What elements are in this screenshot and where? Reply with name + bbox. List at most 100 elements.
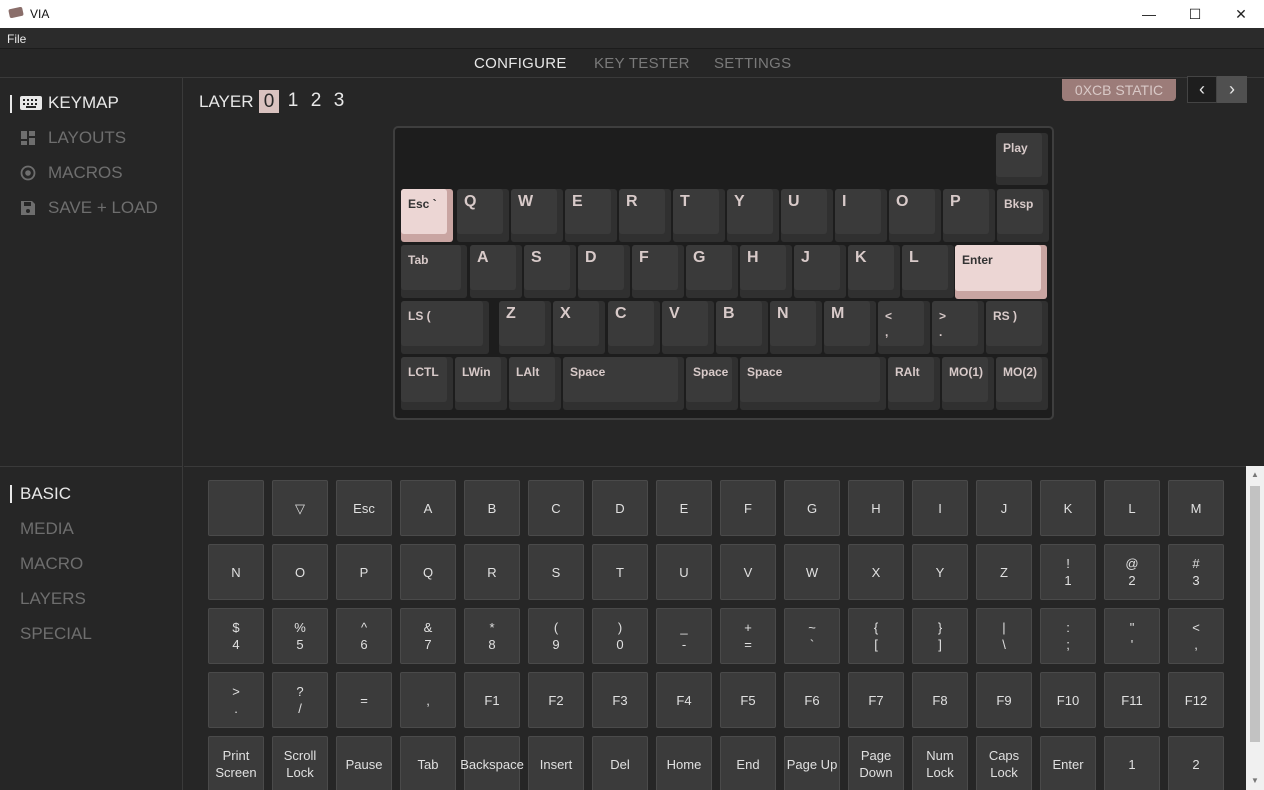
keycode-button[interactable]: * 8 [464,608,520,664]
keycode-button[interactable]: U [656,544,712,600]
keycode-button[interactable]: Page Up [784,736,840,790]
category-basic[interactable]: BASIC [20,484,71,504]
key[interactable]: S [524,245,576,298]
layer-0-button[interactable]: 0 [259,90,279,113]
key[interactable]: X [553,301,605,354]
keycode-button[interactable]: & 7 [400,608,456,664]
keycode-button[interactable]: F5 [720,672,776,728]
keycode-button[interactable]: Backspace [460,736,524,790]
scrollbar[interactable]: ▲ ▼ [1246,466,1264,790]
keycode-button[interactable]: 2 [1168,736,1224,790]
keycode-button[interactable]: F11 [1104,672,1160,728]
keycode-button[interactable]: Esc [336,480,392,536]
keycode-button[interactable]: G [784,480,840,536]
lighting-mode-badge[interactable]: 0XCB STATIC [1062,79,1176,101]
keycode-button[interactable]: Tab [400,736,456,790]
key[interactable]: O [889,189,941,242]
keycode-button[interactable]: Enter [1040,736,1096,790]
key[interactable]: U [781,189,833,242]
key[interactable]: Z [499,301,551,354]
category-macro[interactable]: MACRO [20,554,83,574]
tab-configure[interactable]: CONFIGURE [474,55,567,72]
keycode-button[interactable]: Z [976,544,1032,600]
key[interactable]: C [608,301,660,354]
keycode-button[interactable]: Page Down [848,736,904,790]
key[interactable]: B [716,301,768,354]
keycode-button[interactable]: % 5 [272,608,328,664]
maximize-button[interactable]: ☐ [1172,0,1218,28]
key[interactable]: Bksp [997,189,1049,242]
keycode-button[interactable]: F4 [656,672,712,728]
key[interactable]: I [835,189,887,242]
key[interactable]: K [848,245,900,298]
category-special[interactable]: SPECIAL [20,624,92,644]
key[interactable]: MO(1) [942,357,994,410]
sidebar-item-layouts[interactable]: LAYOUTS [20,128,126,148]
keycode-button[interactable]: P [336,544,392,600]
key[interactable]: Play [996,133,1048,185]
keycode-button[interactable]: | \ [976,608,1032,664]
key[interactable]: LCTL [401,357,453,410]
keycode-button[interactable]: Num Lock [912,736,968,790]
minimize-button[interactable]: — [1126,0,1172,28]
scroll-up-icon[interactable]: ▲ [1246,468,1264,482]
keycode-button[interactable]: D [592,480,648,536]
key[interactable]: H [740,245,792,298]
keycode-button[interactable]: K [1040,480,1096,536]
keycode-button[interactable]: + = [720,608,776,664]
keycode-button[interactable]: F10 [1040,672,1096,728]
menu-file[interactable]: File [7,32,26,46]
tab-settings[interactable]: SETTINGS [714,55,791,72]
key[interactable]: N [770,301,822,354]
keycode-button[interactable]: " ' [1104,608,1160,664]
scrollbar-thumb[interactable] [1250,486,1260,742]
keycode-button[interactable]: F2 [528,672,584,728]
keycode-button[interactable]: F3 [592,672,648,728]
tab-key-tester[interactable]: KEY TESTER [594,55,690,72]
key[interactable]: M [824,301,876,354]
key-selected[interactable]: Esc ` [401,189,453,242]
keycode-button[interactable]: Del [592,736,648,790]
keycode-button[interactable]: O [272,544,328,600]
keycode-button[interactable]: B [464,480,520,536]
keycode-button[interactable]: <, [1168,608,1224,664]
keycode-button[interactable]: H [848,480,904,536]
keycode-button[interactable]: , [400,672,456,728]
key[interactable]: MO(2) [996,357,1048,410]
key[interactable]: D [578,245,630,298]
keycode-button[interactable]: }] [912,608,968,664]
sidebar-item-keymap[interactable]: KEYMAP [20,93,119,113]
category-media[interactable]: MEDIA [20,519,74,539]
keycode-button[interactable]: F8 [912,672,968,728]
layer-2-button[interactable]: 2 [306,90,326,112]
keycode-button[interactable]: Q [400,544,456,600]
key[interactable]: Space [740,357,886,410]
keycode-button[interactable]: X [848,544,904,600]
keycode-button[interactable]: F12 [1168,672,1224,728]
keycode-button[interactable]: R [464,544,520,600]
keycode-button[interactable]: I [912,480,968,536]
keycode-button[interactable]: L [1104,480,1160,536]
key[interactable]: LWin [455,357,507,410]
keycode-button[interactable]: F [720,480,776,536]
key[interactable]: V [662,301,714,354]
layer-1-button[interactable]: 1 [283,90,303,112]
key[interactable]: R [619,189,671,242]
keycode-button[interactable]: :; [1040,608,1096,664]
key[interactable]: T [673,189,725,242]
key[interactable]: E [565,189,617,242]
chevron-left-icon[interactable]: ‹ [1187,76,1217,103]
sidebar-item-macros[interactable]: MACROS [20,163,123,183]
keycode-button[interactable]: @2 [1104,544,1160,600]
keycode-button[interactable]: ▽ [272,480,328,536]
keycode-button[interactable]: ~ ` [784,608,840,664]
scroll-down-icon[interactable]: ▼ [1246,774,1264,788]
keycode-button[interactable]: M [1168,480,1224,536]
layer-3-button[interactable]: 3 [329,90,349,112]
keycode-button[interactable]: J [976,480,1032,536]
keycode-button[interactable]: W [784,544,840,600]
key[interactable]: Y [727,189,779,242]
keycode-button[interactable]: _ - [656,608,712,664]
keycode-button[interactable]: Scroll Lock [272,736,328,790]
key[interactable]: >. [932,301,984,354]
